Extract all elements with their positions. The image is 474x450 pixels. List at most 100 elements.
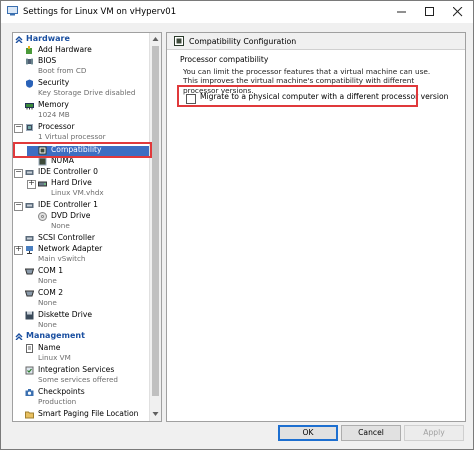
ide-controller-icon bbox=[25, 170, 34, 175]
scroll-up-arrow-icon[interactable] bbox=[152, 35, 159, 43]
tree-item-label: Checkpoints bbox=[38, 387, 85, 396]
integration-services-icon bbox=[25, 366, 34, 375]
tree-item-bios[interactable]: BIOS Boot from CD bbox=[25, 56, 145, 76]
tree-item-detail: Production bbox=[38, 397, 77, 406]
tree-item-label: Add Hardware bbox=[38, 45, 92, 54]
com-port-icon bbox=[25, 268, 34, 275]
tree-item-hard-drive[interactable]: Hard Drive Linux VM.vhdx bbox=[38, 178, 146, 198]
apply-button[interactable]: Apply bbox=[404, 425, 464, 441]
minimize-icon bbox=[397, 11, 406, 13]
tree-item-com2[interactable]: COM 2 None bbox=[25, 288, 145, 308]
plus-icon: + bbox=[15, 244, 22, 253]
minus-icon: − bbox=[15, 122, 22, 131]
processor-compatibility-heading: Processor compatibility bbox=[180, 55, 269, 64]
hard-drive-icon bbox=[38, 181, 47, 187]
tree-item-label: Security bbox=[38, 78, 70, 87]
tree-item-label: Diskette Drive bbox=[38, 310, 92, 319]
tree-item-label: IDE Controller 0 bbox=[38, 167, 98, 176]
smart-paging-folder-icon bbox=[25, 411, 34, 419]
tree-scrollbar[interactable] bbox=[149, 33, 161, 421]
tree-item-smart-paging[interactable]: Smart Paging File Location bbox=[25, 409, 149, 419]
ide-controller-icon bbox=[25, 203, 34, 208]
processor-icon bbox=[26, 124, 33, 131]
hardware-section-label: Hardware bbox=[26, 34, 70, 43]
tree-item-label: Integration Services bbox=[38, 365, 115, 374]
name-document-icon bbox=[26, 344, 33, 353]
network-adapter-icon bbox=[26, 246, 33, 254]
dvd-disc-icon bbox=[38, 212, 47, 221]
numa-chip-icon bbox=[38, 157, 47, 166]
tree-item-label: Name bbox=[38, 343, 61, 352]
tree-item-detail: None bbox=[51, 221, 70, 230]
tree-item-label: COM 1 bbox=[38, 266, 64, 275]
close-icon bbox=[453, 7, 463, 17]
tree-item-label: Network Adapter bbox=[38, 244, 103, 253]
tree-item-memory[interactable]: Memory 1024 MB bbox=[25, 100, 145, 120]
memory-icon bbox=[25, 103, 34, 110]
bios-chip-icon bbox=[26, 58, 33, 65]
checkpoint-camera-icon bbox=[25, 389, 34, 396]
ide0-expander[interactable]: − bbox=[14, 167, 23, 178]
tree-item-detail: Boot from CD bbox=[38, 66, 87, 75]
migrate-checkbox-highlight-box bbox=[177, 85, 418, 107]
tree-item-label: Smart Paging File Location bbox=[38, 409, 139, 418]
maximize-button[interactable] bbox=[416, 1, 444, 23]
processor-expander[interactable]: − bbox=[14, 122, 23, 133]
tree-item-detail: Linux VM.vhdx bbox=[51, 188, 104, 197]
tree-item-integration-services[interactable]: Integration Services Some services offer… bbox=[25, 365, 145, 385]
tree-item-label: Processor bbox=[38, 122, 75, 131]
collapse-chevron-icon bbox=[15, 36, 23, 43]
scsi-controller-icon bbox=[25, 236, 34, 241]
tree-item-label: COM 2 bbox=[38, 288, 64, 297]
tree-item-detail: Some services offered bbox=[38, 375, 118, 384]
tree-item-checkpoints[interactable]: Checkpoints Production bbox=[25, 387, 145, 407]
config-title: Compatibility Configuration bbox=[189, 37, 297, 46]
tree-item-detail: Key Storage Drive disabled bbox=[38, 88, 136, 97]
tree-item-processor[interactable]: Processor 1 Virtual processor bbox=[25, 122, 145, 142]
minimize-button[interactable] bbox=[388, 1, 416, 23]
management-section-header[interactable]: Management bbox=[13, 331, 148, 341]
close-button[interactable] bbox=[444, 1, 472, 23]
tree-item-com1[interactable]: COM 1 None bbox=[25, 266, 145, 286]
hardware-tree[interactable]: Hardware Add Hardware BIOS Boot from CD … bbox=[12, 32, 162, 422]
tree-item-label: IDE Controller 1 bbox=[38, 200, 98, 209]
tree-item-detail: None bbox=[38, 276, 57, 285]
tree-item-detail: 1024 MB bbox=[38, 110, 70, 119]
tree-item-label: SCSI Controller bbox=[38, 233, 95, 242]
tree-item-label: BIOS bbox=[38, 56, 57, 65]
ok-button[interactable]: OK bbox=[278, 425, 338, 441]
tree-item-scsi-controller[interactable]: SCSI Controller bbox=[25, 233, 145, 243]
settings-window: Settings for Linux VM on vHyperv01 Hardw… bbox=[0, 0, 474, 450]
add-hardware-icon bbox=[26, 46, 32, 54]
vm-settings-icon bbox=[7, 6, 18, 16]
hard-drive-expander[interactable]: + bbox=[27, 178, 36, 189]
tree-item-diskette-drive[interactable]: Diskette Drive None bbox=[25, 310, 145, 330]
plus-icon: + bbox=[28, 178, 35, 187]
shield-icon bbox=[26, 79, 33, 88]
tree-item-label: Hard Drive bbox=[51, 178, 92, 187]
tree-item-detail: None bbox=[38, 320, 57, 329]
minus-icon: − bbox=[15, 167, 22, 176]
tree-item-name[interactable]: Name Linux VM bbox=[25, 343, 145, 363]
tree-item-ide-controller-1[interactable]: IDE Controller 1 bbox=[25, 200, 145, 210]
network-adapter-expander[interactable]: + bbox=[14, 244, 23, 255]
tree-item-detail: 1 Virtual processor bbox=[38, 132, 106, 141]
hardware-section-header[interactable]: Hardware bbox=[13, 34, 148, 44]
tree-item-network-adapter[interactable]: Network Adapter Main vSwitch bbox=[25, 244, 145, 264]
tree-item-dvd-drive[interactable]: DVD Drive None bbox=[38, 211, 146, 231]
collapse-chevron-icon bbox=[15, 333, 23, 340]
cancel-button[interactable]: Cancel bbox=[341, 425, 401, 441]
tree-item-ide-controller-0[interactable]: IDE Controller 0 bbox=[25, 167, 145, 177]
window-title: Settings for Linux VM on vHyperv01 bbox=[23, 7, 177, 17]
tree-item-security[interactable]: Security Key Storage Drive disabled bbox=[25, 78, 145, 98]
scrollbar-thumb[interactable] bbox=[152, 46, 159, 396]
scroll-down-arrow-icon[interactable] bbox=[152, 410, 159, 418]
tree-item-detail: Main vSwitch bbox=[38, 254, 86, 263]
tree-item-add-hardware[interactable]: Add Hardware bbox=[25, 45, 145, 55]
compatibility-highlight-box bbox=[13, 142, 152, 158]
tree-item-detail: Linux VM bbox=[38, 353, 71, 362]
tree-item-label: Memory bbox=[38, 100, 69, 109]
minus-icon: − bbox=[15, 200, 22, 209]
ide1-expander[interactable]: − bbox=[14, 200, 23, 211]
config-header: Compatibility Configuration bbox=[167, 33, 465, 50]
